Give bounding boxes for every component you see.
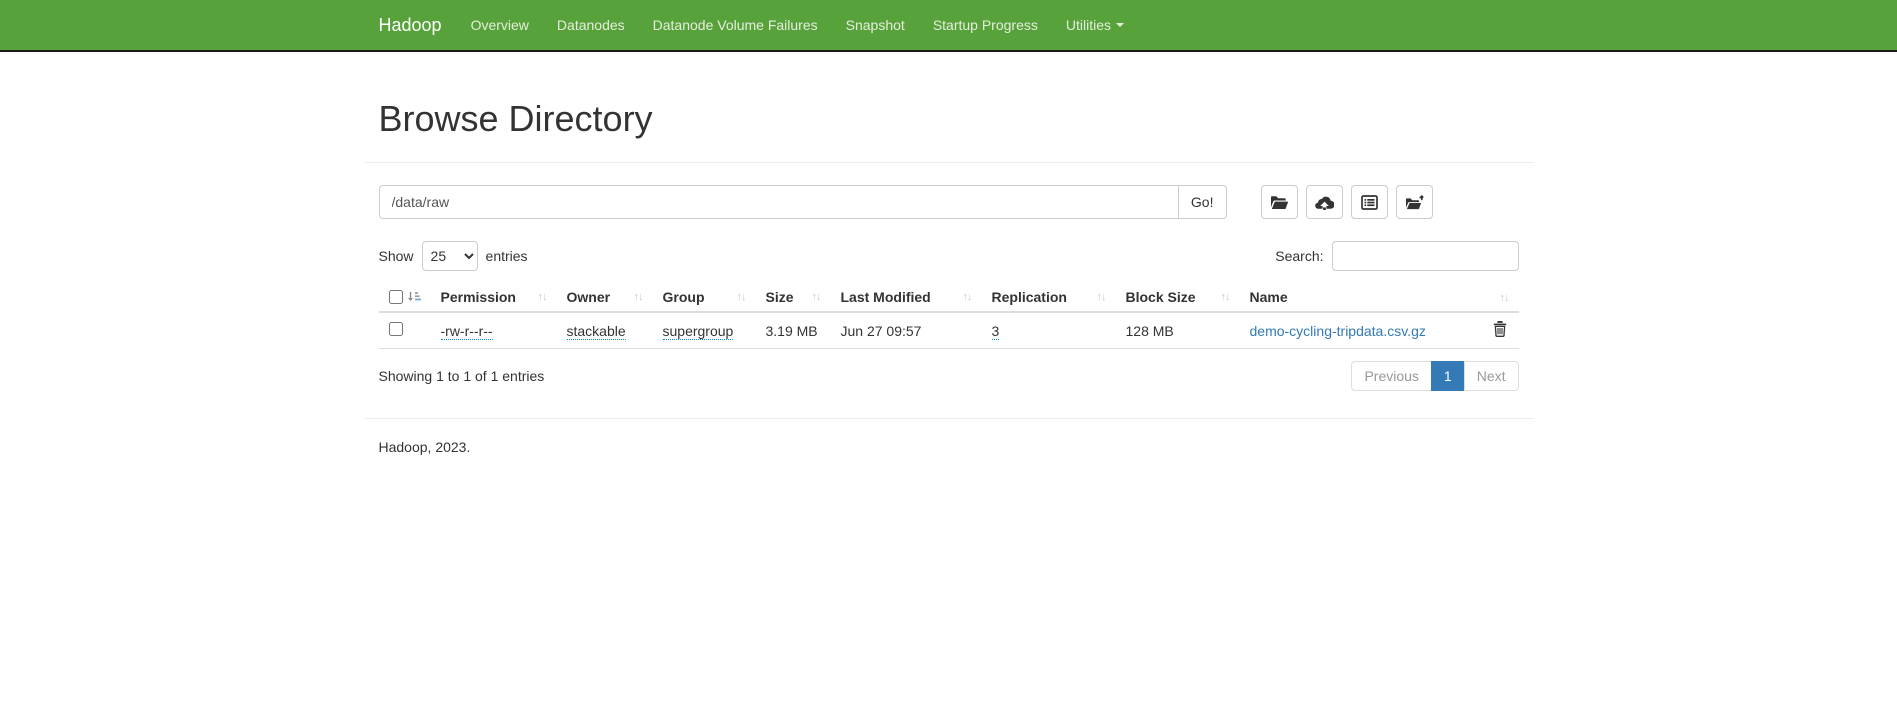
directory-path-input[interactable] xyxy=(379,185,1179,219)
main-content: Browse Directory Go! xyxy=(364,98,1534,455)
nav-overview[interactable]: Overview xyxy=(457,0,543,50)
file-actions-toolbar xyxy=(1261,185,1433,219)
nav-startup-progress[interactable]: Startup Progress xyxy=(919,0,1052,50)
set-policy-button[interactable] xyxy=(1351,185,1388,219)
search-input[interactable] xyxy=(1332,241,1519,271)
folder-move-icon xyxy=(1405,195,1424,210)
last-modified-value: Jun 27 09:57 xyxy=(831,312,982,349)
header-owner[interactable]: Owner ↑↓ xyxy=(557,283,653,312)
owner-value[interactable]: stackable xyxy=(567,323,626,340)
header-name-label: Name xyxy=(1250,289,1288,305)
header-block-size[interactable]: Block Size ↑↓ xyxy=(1116,283,1240,312)
header-select-all[interactable] xyxy=(379,283,431,312)
sort-asc-icon xyxy=(407,291,421,303)
header-replication[interactable]: Replication ↑↓ xyxy=(982,283,1116,312)
sort-icon: ↑↓ xyxy=(634,291,643,303)
table-controls: Show 25 entries Search: xyxy=(379,241,1519,271)
header-name[interactable]: Name xyxy=(1240,283,1475,312)
main-nav: Overview Datanodes Datanode Volume Failu… xyxy=(457,0,1138,50)
header-permission-label: Permission xyxy=(441,289,516,305)
page-length-control: Show 25 entries xyxy=(379,241,528,271)
path-input-group: Go! xyxy=(379,185,1227,219)
header-group[interactable]: Group ↑↓ xyxy=(653,283,756,312)
search-control: Search: xyxy=(1275,241,1518,271)
directory-table: Permission ↑↓ Owner ↑↓ Group ↑↓ Size ↑↓ … xyxy=(379,283,1519,349)
sort-icon: ↑↓ xyxy=(1221,291,1230,303)
file-name-link[interactable]: demo-cycling-tripdata.csv.gz xyxy=(1250,323,1426,339)
sort-icon: ↑↓ xyxy=(538,291,547,303)
pagination-previous[interactable]: Previous xyxy=(1351,361,1431,391)
create-directory-button[interactable] xyxy=(1261,185,1298,219)
sort-icon: ↑↓ xyxy=(737,291,746,303)
header-replication-label: Replication xyxy=(992,289,1067,305)
nav-snapshot[interactable]: Snapshot xyxy=(832,0,919,50)
divider xyxy=(364,418,1534,419)
delete-file-button[interactable] xyxy=(1493,321,1507,340)
header-permission[interactable]: Permission ↑↓ xyxy=(431,283,557,312)
caret-down-icon xyxy=(1116,23,1124,27)
move-file-button[interactable] xyxy=(1396,185,1433,219)
page-size-select[interactable]: 25 xyxy=(422,241,478,271)
divider xyxy=(364,162,1534,163)
table-row: -rw-r--r-- stackable supergroup 3.19 MB … xyxy=(379,312,1519,349)
nav-datanodes[interactable]: Datanodes xyxy=(543,0,639,50)
trash-icon xyxy=(1493,321,1507,337)
list-alt-icon xyxy=(1361,195,1378,210)
sort-icon: ↑↓ xyxy=(963,291,972,303)
group-value[interactable]: supergroup xyxy=(663,323,734,340)
header-actions[interactable]: ↑↓ xyxy=(1475,283,1519,312)
show-label: Show xyxy=(379,248,414,264)
upload-file-button[interactable] xyxy=(1306,185,1343,219)
header-block-size-label: Block Size xyxy=(1126,289,1196,305)
size-value: 3.19 MB xyxy=(756,312,831,349)
table-footer: Showing 1 to 1 of 1 entries Previous 1 N… xyxy=(379,361,1519,391)
block-size-value: 128 MB xyxy=(1116,312,1240,349)
select-all-checkbox[interactable] xyxy=(389,290,403,304)
header-last-modified[interactable]: Last Modified ↑↓ xyxy=(831,283,982,312)
entries-summary: Showing 1 to 1 of 1 entries xyxy=(379,368,545,384)
nav-utilities-dropdown[interactable]: Utilities xyxy=(1052,0,1138,50)
header-last-modified-label: Last Modified xyxy=(841,289,931,305)
folder-open-icon xyxy=(1270,195,1289,210)
pagination-page-1[interactable]: 1 xyxy=(1431,361,1465,391)
navbar-container: Hadoop Overview Datanodes Datanode Volum… xyxy=(364,0,1534,50)
permission-value[interactable]: -rw-r--r-- xyxy=(441,323,493,340)
replication-value[interactable]: 3 xyxy=(992,323,1000,340)
nav-utilities-label: Utilities xyxy=(1066,17,1111,33)
nav-datanode-volume-failures[interactable]: Datanode Volume Failures xyxy=(639,0,832,50)
sort-icon: ↑↓ xyxy=(1097,291,1106,303)
header-size-label: Size xyxy=(766,289,794,305)
cloud-upload-icon xyxy=(1315,195,1334,210)
header-owner-label: Owner xyxy=(567,289,611,305)
row-checkbox[interactable] xyxy=(389,322,403,336)
search-label: Search: xyxy=(1275,248,1323,264)
pagination: Previous 1 Next xyxy=(1352,361,1518,391)
top-navbar: Hadoop Overview Datanodes Datanode Volum… xyxy=(0,0,1897,52)
page-title: Browse Directory xyxy=(379,98,1519,140)
footer-text: Hadoop, 2023. xyxy=(379,439,1519,455)
pagination-next[interactable]: Next xyxy=(1464,361,1519,391)
header-group-label: Group xyxy=(663,289,705,305)
brand-hadoop[interactable]: Hadoop xyxy=(379,0,457,50)
go-button[interactable]: Go! xyxy=(1178,185,1227,219)
header-size[interactable]: Size ↑↓ xyxy=(756,283,831,312)
sort-icon: ↑↓ xyxy=(1500,292,1509,304)
sort-icon: ↑↓ xyxy=(812,291,821,303)
table-header-row: Permission ↑↓ Owner ↑↓ Group ↑↓ Size ↑↓ … xyxy=(379,283,1519,312)
path-bar: Go! xyxy=(379,185,1519,219)
entries-label: entries xyxy=(486,248,528,264)
